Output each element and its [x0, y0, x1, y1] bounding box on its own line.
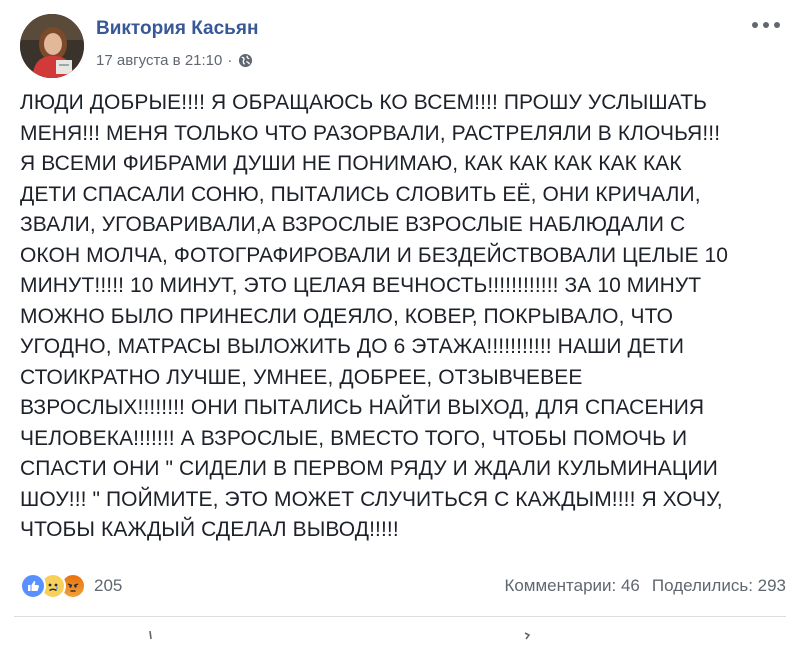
globe-icon[interactable] — [238, 53, 253, 68]
post-meta: 17 августа в 21:10 · — [96, 52, 253, 69]
more-options-icon[interactable] — [752, 18, 780, 32]
post-text-line: УГОДНО, МАТРАСЫ ВЫЛОЖИТЬ ДО 6 ЭТАЖА!!!!!… — [20, 335, 685, 358]
meta-separator: · — [227, 52, 233, 69]
post-text-line: ЧЕЛОВЕКА!!!!!!! А ВЗРОСЛЫЕ, ВМЕСТО ТОГО,… — [20, 426, 688, 450]
profile-photo — [20, 14, 84, 78]
post-text-line: ЛЮДИ ДОБРЫЕ!!!! Я ОБРАЩАЮСЬ КО ВСЕМ!!!! … — [20, 91, 708, 114]
post-date-link[interactable]: 17 августа в 21:10 — [96, 52, 222, 69]
post-text-line: МИНУТ!!!!! 10 МИНУТ, ЭТО ЦЕЛАЯ ВЕЧНОСТЬ!… — [20, 274, 702, 297]
like-action-icon[interactable] — [140, 630, 160, 642]
reactions-summary[interactable]: 205 — [20, 573, 122, 599]
post-text-line: Я ВСЕМИ ФИБРАМИ ДУШИ НЕ ПОНИМАЮ, КАК КАК… — [20, 152, 682, 175]
post-text-line: ВЗРОСЛЫХ!!!!!!!! ОНИ ПЫТАЛИСЬ НАЙТИ ВЫХО… — [20, 396, 705, 419]
post-text-line: СПАСТИ ОНИ " СИДЕЛИ В ПЕРВОМ РЯДУ И ЖДАЛ… — [20, 457, 718, 480]
footer-divider — [14, 616, 786, 617]
facebook-post: Виктория Касьян 17 августа в 21:10 · ЛЮД… — [0, 0, 800, 640]
engagement-counts: Комментарии: 46 Поделились: 293 — [504, 576, 786, 596]
post-text-line: ОКОН МОЛЧА, ФОТОГРАФИРОВАЛИ И БЕЗДЕЙСТВО… — [20, 243, 729, 267]
shares-count-link[interactable]: Поделились: 293 — [652, 576, 786, 596]
more-dot — [763, 22, 769, 28]
avatar[interactable] — [20, 14, 84, 78]
like-reaction-icon — [20, 573, 46, 599]
comment-action-icon[interactable] — [517, 630, 537, 642]
more-dot — [774, 22, 780, 28]
post-footer: 205 Комментарии: 46 Поделились: 293 — [20, 572, 786, 600]
comments-count-link[interactable]: Комментарии: 46 — [504, 576, 639, 596]
reaction-count: 205 — [94, 576, 123, 595]
post-text: ЛЮДИ ДОБРЫЕ!!!! Я ОБРАЩАЮСЬ КО ВСЕМ!!!! … — [20, 88, 786, 546]
more-dot — [752, 22, 758, 28]
post-text-line: ЧТОБЫ КАЖДЫЙ СДЕЛАЛ ВЫВОД!!!!! — [20, 518, 399, 541]
post-text-line: МОЖНО БЫЛО ПРИНЕСЛИ ОДЕЯЛО, КОВЕР, ПОКРЫ… — [20, 304, 673, 328]
post-text-line: СТОИКРАТНО ЛУЧШЕ, УМНЕЕ, ДОБРЕЕ, ОТЗЫВЧЕ… — [20, 365, 583, 389]
post-text-line: МЕНЯ!!! МЕНЯ ТОЛЬКО ЧТО РАЗОРВАЛИ, РАСТР… — [20, 121, 721, 145]
action-bar — [0, 624, 800, 640]
post-text-line: ДЕТИ СПАСАЛИ СОНЮ, ПЫТАЛИСЬ СЛОВИТЬ ЕЁ, … — [20, 182, 701, 206]
author-name-link[interactable]: Виктория Касьян — [96, 18, 258, 40]
post-text-line: ЗВАЛИ, УГОВАРИВАЛИ,А ВЗРОСЛЫЕ ВЗРОСЛЫЕ Н… — [20, 213, 686, 236]
post-text-line: ШОУ!!! " ПОЙМИТЕ, ЭТО МОЖЕТ СЛУЧИТЬСЯ С … — [20, 487, 723, 511]
